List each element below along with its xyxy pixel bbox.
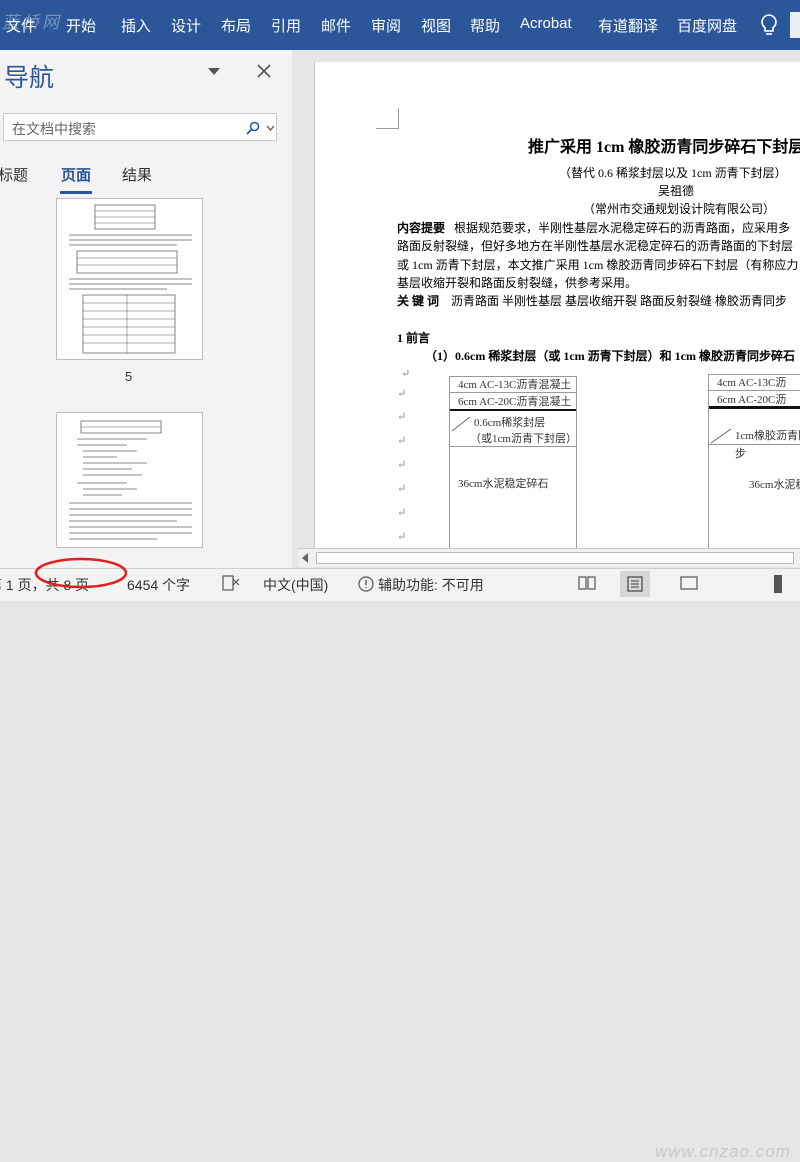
abstract-label: 内容提要	[397, 221, 446, 235]
page-thumbnail[interactable]	[56, 412, 203, 548]
tab-insert[interactable]: 插入	[121, 15, 151, 36]
section-heading: 1 前言	[397, 331, 431, 345]
print-layout-icon	[627, 576, 643, 592]
document-page[interactable]: 推广采用 1cm 橡胶沥青同步碎石下封层 （替代 0.6 稀浆封层以及 1cm …	[314, 62, 800, 548]
keywords-text: 沥青路面 半刚性基层 基层收缩开裂 路面反射裂缝 橡胶沥青同步	[451, 294, 788, 308]
tab-baidu-netdisk[interactable]: 百度网盘	[677, 15, 737, 36]
close-icon[interactable]	[256, 63, 272, 79]
abstract-line: 基层收缩开裂和路面反射裂缝，供参考采用。	[397, 276, 638, 290]
tab-view[interactable]: 视图	[421, 15, 451, 36]
paragraph-mark: ↵	[401, 368, 411, 380]
document-org: （常州市交通规划设计院有限公司）	[583, 202, 776, 216]
page-thumbnails: 5	[0, 198, 292, 548]
paragraph-mark: ↵	[397, 411, 407, 423]
paragraph-mark: ↵	[397, 483, 407, 495]
layer-label: 36cm水泥稳定碎石	[458, 478, 549, 490]
paragraph-mark: ↵	[397, 459, 407, 471]
nav-title: 导航	[4, 64, 55, 92]
subsection-heading: （1）0.6cm 稀浆封层（或 1cm 沥青下封层）和 1cm 橡胶沥青同步碎石	[425, 349, 795, 363]
tab-mailings[interactable]: 邮件	[321, 15, 351, 36]
leader-line	[452, 416, 471, 432]
page-thumbnail[interactable]	[56, 198, 203, 360]
layer-label: 36cm水泥稳	[749, 479, 800, 491]
active-tab-indicator	[60, 191, 92, 194]
print-layout-button[interactable]	[620, 571, 650, 597]
search-input[interactable]: 在文档中搜索	[3, 113, 277, 141]
scrollbar-track[interactable]	[316, 552, 794, 564]
pavement-diagram-left: 4cm AC-13C沥青混凝土 6cm AC-20C沥青混凝土 0.6cm稀浆封…	[449, 376, 577, 548]
watermark-bottom: www.cnzao.com	[655, 1142, 791, 1161]
pavement-diagram-right: 4cm AC-13C沥 6cm AC-20C沥 1cm橡胶沥青同步 36cm水泥…	[708, 374, 800, 548]
web-layout-icon[interactable]	[680, 575, 698, 591]
chevron-down-icon[interactable]	[207, 67, 221, 77]
tab-pages[interactable]: 页面	[61, 164, 91, 185]
thumbnail-content	[69, 420, 192, 540]
tab-layout[interactable]: 布局	[221, 15, 251, 36]
tab-home[interactable]: 开始	[66, 15, 96, 36]
crop-mark	[376, 108, 399, 129]
thumbnail-content	[69, 204, 192, 354]
word-count-status[interactable]: 6454 个字	[127, 575, 190, 595]
tab-help[interactable]: 帮助	[470, 15, 500, 36]
accessibility-icon[interactable]	[357, 575, 375, 593]
layer-label: 6cm AC-20C沥青混凝土	[450, 393, 576, 411]
abstract-line: 或 1cm 沥青下封层，本文推广采用 1cm 橡胶沥青同步碎石下封层（有称应力	[397, 258, 799, 272]
layer-label: （或1cm沥青下封层）	[450, 431, 576, 447]
abstract-line: 路面反射裂缝，但好多地方在半刚性基层水泥稳定碎石的沥青路面的下封层	[397, 239, 794, 253]
watermark-top: 蓝桥网	[2, 13, 62, 32]
layer-label: 4cm AC-13C沥青混凝土	[450, 377, 576, 393]
layer-label: 4cm AC-13C沥	[709, 375, 800, 391]
paragraph-mark: ↵	[397, 507, 407, 519]
zoom-slider-handle[interactable]	[774, 575, 782, 593]
paragraph-mark: ↵	[397, 388, 407, 400]
tab-design[interactable]: 设计	[171, 15, 201, 36]
search-icon[interactable]	[246, 121, 260, 135]
page-number-label: 5	[125, 369, 133, 384]
document-subtitle: （替代 0.6 稀浆封层以及 1cm 沥青下封层）	[559, 166, 787, 180]
horizontal-scrollbar[interactable]	[298, 548, 800, 567]
tab-headings[interactable]: 标题	[0, 164, 28, 185]
highlight-ellipse	[34, 557, 128, 589]
chevron-down-icon[interactable]	[266, 124, 275, 132]
accessibility-status[interactable]: 辅助功能: 不可用	[378, 575, 484, 595]
document-author: 吴祖德	[658, 184, 695, 198]
tab-review[interactable]: 审阅	[371, 15, 401, 36]
paragraph-mark: ↵	[397, 435, 407, 447]
ribbon-overflow	[790, 12, 800, 38]
read-mode-icon[interactable]	[578, 575, 596, 591]
paragraph-mark: ↵	[397, 531, 407, 543]
tab-references[interactable]: 引用	[271, 15, 301, 36]
scroll-left-icon[interactable]	[302, 553, 308, 563]
lightbulb-icon[interactable]	[758, 13, 780, 37]
abstract-line: 根据规范要求，半刚性基层水泥稳定碎石的沥青路面，应采用多	[454, 221, 791, 235]
document-title: 推广采用 1cm 橡胶沥青同步碎石下封层	[528, 139, 800, 156]
search-placeholder: 在文档中搜索	[12, 121, 96, 137]
tab-youdao-translate[interactable]: 有道翻译	[598, 15, 658, 36]
layer-label: 6cm AC-20C沥	[709, 391, 800, 409]
ribbon-tabs: 文件 开始 插入 设计 布局 引用 邮件 审阅 视图 帮助 Acrobat 有道…	[0, 0, 800, 50]
tab-results[interactable]: 结果	[122, 164, 152, 185]
leader-line	[711, 428, 732, 444]
keywords-label: 关 键 词	[397, 294, 440, 308]
language-status[interactable]: 中文(中国)	[263, 575, 328, 595]
proofing-icon[interactable]	[222, 575, 240, 591]
tab-acrobat[interactable]: Acrobat	[520, 15, 572, 32]
